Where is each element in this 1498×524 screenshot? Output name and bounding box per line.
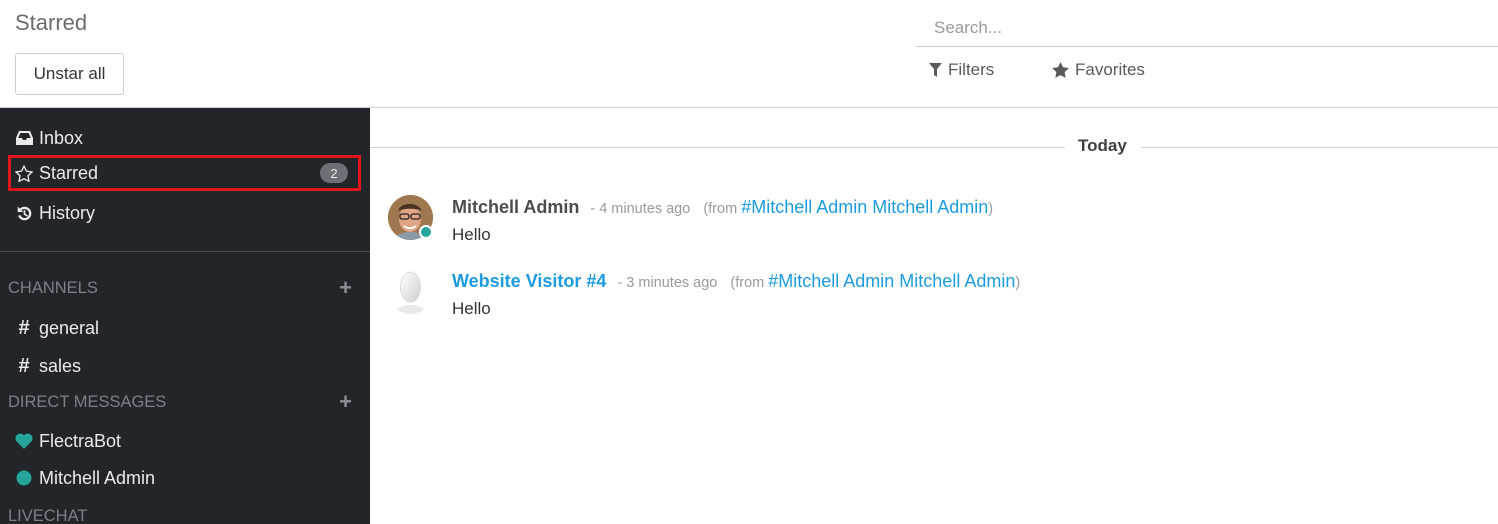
placeholder-avatar-icon — [394, 271, 427, 314]
sidebar-item-channel-sales[interactable]: # sales — [0, 348, 370, 384]
sidebar-item-dm-mitchell-admin[interactable]: Mitchell Admin — [0, 460, 370, 496]
sidebar-item-label: sales — [39, 355, 82, 376]
unstar-all-button[interactable]: Unstar all — [15, 53, 124, 95]
sidebar-item-inbox[interactable]: Inbox — [0, 120, 370, 156]
sidebar-item-label: general — [39, 317, 100, 338]
sidebar-item-label: FlectraBot — [39, 430, 122, 451]
message-author[interactable]: Mitchell Admin — [452, 197, 579, 217]
message-body: Hello — [452, 299, 491, 318]
origin-channel-link[interactable]: #Mitchell Admin Mitchell Admin — [741, 197, 988, 217]
channels-header-label: CHANNELS — [8, 278, 98, 297]
message-date: - 4 minutes ago — [590, 201, 691, 217]
filter-icon — [929, 63, 942, 77]
origin-suffix: ) — [1015, 275, 1021, 291]
message-header: Mitchell Admin - 4 minutes ago (from #Mi… — [452, 197, 993, 218]
search-bar — [916, 10, 1498, 47]
message-header: Website Visitor #4 - 3 minutes ago (from… — [452, 271, 1020, 292]
origin-suffix: ) — [988, 201, 994, 217]
message-thread: Today Mitchell Admin - 4 minutes ago (fr… — [370, 108, 1498, 524]
online-status-icon — [15, 469, 33, 487]
date-separator-label: Today — [1078, 136, 1127, 155]
sidebar-item-channel-general[interactable]: # general — [0, 310, 370, 346]
online-status-icon — [419, 225, 433, 239]
hash-icon: # — [18, 354, 30, 377]
starred-counter-badge: 2 — [320, 163, 348, 183]
message-origin: (from #Mitchell Admin Mitchell Admin) — [703, 197, 994, 217]
heart-icon — [15, 432, 33, 450]
sidebar-item-label: Starred — [39, 162, 99, 183]
livechat-header: LIVECHAT — [8, 504, 362, 524]
origin-prefix: (from — [703, 201, 742, 217]
date-separator: Today — [370, 136, 1498, 158]
sidebar-item-label: Inbox — [39, 127, 84, 148]
sidebar-item-label: Mitchell Admin — [39, 467, 156, 488]
origin-channel-link[interactable]: #Mitchell Admin Mitchell Admin — [768, 271, 1015, 291]
sidebar-item-history[interactable]: History — [0, 195, 370, 231]
message-date: - 3 minutes ago — [617, 275, 718, 291]
livechat-header-label: LIVECHAT — [8, 506, 88, 524]
message: Website Visitor #4 - 3 minutes ago (from… — [388, 269, 1488, 329]
history-icon — [15, 204, 33, 222]
direct-messages-header-label: DIRECT MESSAGES — [8, 392, 167, 411]
channels-header: CHANNELS + — [8, 276, 362, 300]
message-author[interactable]: Website Visitor #4 — [452, 271, 606, 291]
direct-messages-header: DIRECT MESSAGES + — [8, 390, 362, 414]
date-separator-line — [1142, 147, 1498, 148]
star-icon — [1052, 62, 1069, 78]
control-panel: Starred Unstar all Filters Favorites — [0, 0, 1498, 108]
message-body: Hello — [452, 225, 491, 244]
sidebar-item-starred[interactable]: Starred 2 — [8, 155, 361, 191]
hash-icon: # — [18, 316, 30, 339]
star-outline-icon — [15, 164, 33, 182]
sidebar: Inbox Starred 2 History CHANNELS + # gen… — [0, 108, 370, 524]
inbox-icon — [15, 129, 33, 147]
filters-label: Filters — [948, 60, 995, 79]
sidebar-item-dm-flectrabot[interactable]: FlectraBot — [0, 423, 370, 459]
avatar[interactable] — [388, 269, 433, 314]
sidebar-item-label: History — [39, 202, 96, 223]
page-title: Starred — [15, 10, 88, 35]
add-channel-icon[interactable]: + — [339, 277, 352, 299]
message-origin: (from #Mitchell Admin Mitchell Admin) — [730, 271, 1021, 291]
add-direct-message-icon[interactable]: + — [339, 391, 352, 413]
filters-button[interactable]: Filters — [929, 60, 994, 80]
date-separator-line — [370, 147, 1065, 148]
search-input[interactable] — [916, 10, 1498, 46]
origin-prefix: (from — [730, 275, 769, 291]
favorites-label: Favorites — [1075, 60, 1145, 79]
favorites-button[interactable]: Favorites — [1052, 60, 1145, 80]
sidebar-divider — [0, 251, 370, 252]
message: Mitchell Admin - 4 minutes ago (from #Mi… — [388, 195, 1488, 255]
